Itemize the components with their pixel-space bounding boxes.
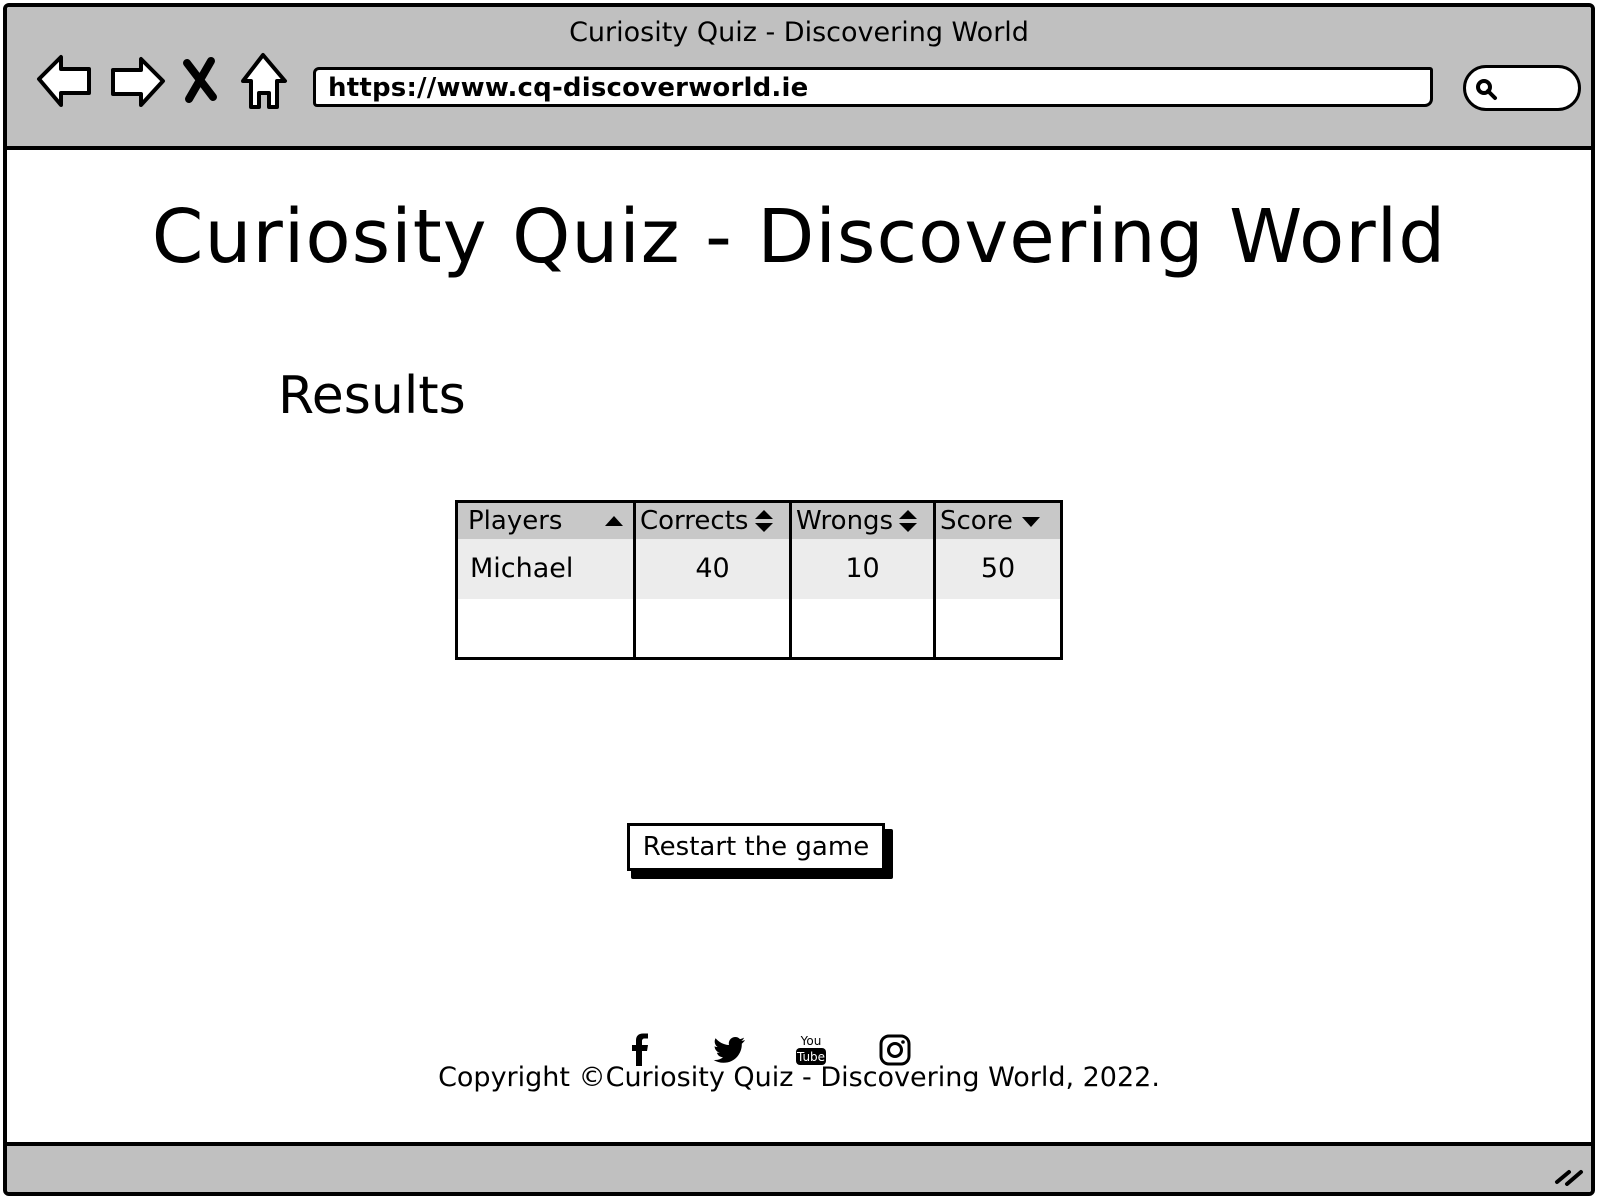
back-icon[interactable] [33, 49, 97, 113]
url-text: https://www.cq-discoverworld.ie [328, 73, 809, 103]
cell-score: 50 [936, 539, 1060, 599]
youtube-you-text: You [800, 1034, 822, 1048]
browser-toolbar: Curiosity Quiz - Discovering World https… [7, 7, 1591, 150]
cell-corrects: 40 [636, 539, 789, 599]
sort-both-icon [755, 510, 773, 532]
browser-window: Curiosity Quiz - Discovering World https… [3, 3, 1595, 1196]
restart-game-button-wrapper: Restart the game [627, 823, 893, 879]
players-column: Players Michael [458, 503, 633, 657]
home-icon[interactable] [233, 49, 297, 113]
forward-icon[interactable] [105, 49, 169, 113]
browser-status-bar [7, 1142, 1591, 1192]
wrongs-column: Wrongs 10 [789, 503, 933, 657]
column-header-corrects[interactable]: Corrects [636, 503, 789, 539]
copyright-notice: Copyright ©Curiosity Quiz - Discovering … [7, 1062, 1591, 1093]
sort-descending-icon [1022, 517, 1040, 527]
address-bar[interactable]: https://www.cq-discoverworld.ie [313, 67, 1433, 107]
page-title: Curiosity Quiz - Discovering World [151, 194, 1447, 280]
stop-icon[interactable] [177, 49, 225, 113]
cell-wrongs: 10 [792, 539, 933, 599]
corrects-column: Corrects 40 [633, 503, 789, 657]
column-header-players[interactable]: Players [458, 503, 633, 539]
column-header-label: Corrects [640, 506, 749, 536]
column-header-wrongs[interactable]: Wrongs [792, 503, 933, 539]
column-header-score[interactable]: Score [936, 503, 1060, 539]
score-column: Score 50 [933, 503, 1060, 657]
copyright-prefix: Copyright [438, 1062, 570, 1093]
results-heading: Results [278, 366, 466, 426]
column-header-label: Score [940, 506, 1013, 536]
sort-both-icon [899, 510, 917, 532]
browser-search-field[interactable] [1463, 65, 1581, 111]
column-header-label: Players [468, 506, 563, 536]
resize-grip-icon[interactable] [1553, 1162, 1585, 1186]
restart-game-button[interactable]: Restart the game [627, 823, 885, 871]
page-content: Curiosity Quiz - Discovering World Resul… [7, 146, 1591, 1150]
cell-player: Michael [458, 539, 633, 599]
search-icon [1476, 79, 1497, 100]
window-title: Curiosity Quiz - Discovering World [569, 17, 1029, 48]
copyright-text: Curiosity Quiz - Discovering World, 2022… [605, 1062, 1160, 1093]
copyright-icon: © [578, 1062, 606, 1093]
sort-ascending-icon [605, 516, 623, 526]
results-table: Players Michael Corrects 40 Wrongs 10 Sc… [455, 500, 1063, 660]
column-header-label: Wrongs [796, 506, 894, 536]
